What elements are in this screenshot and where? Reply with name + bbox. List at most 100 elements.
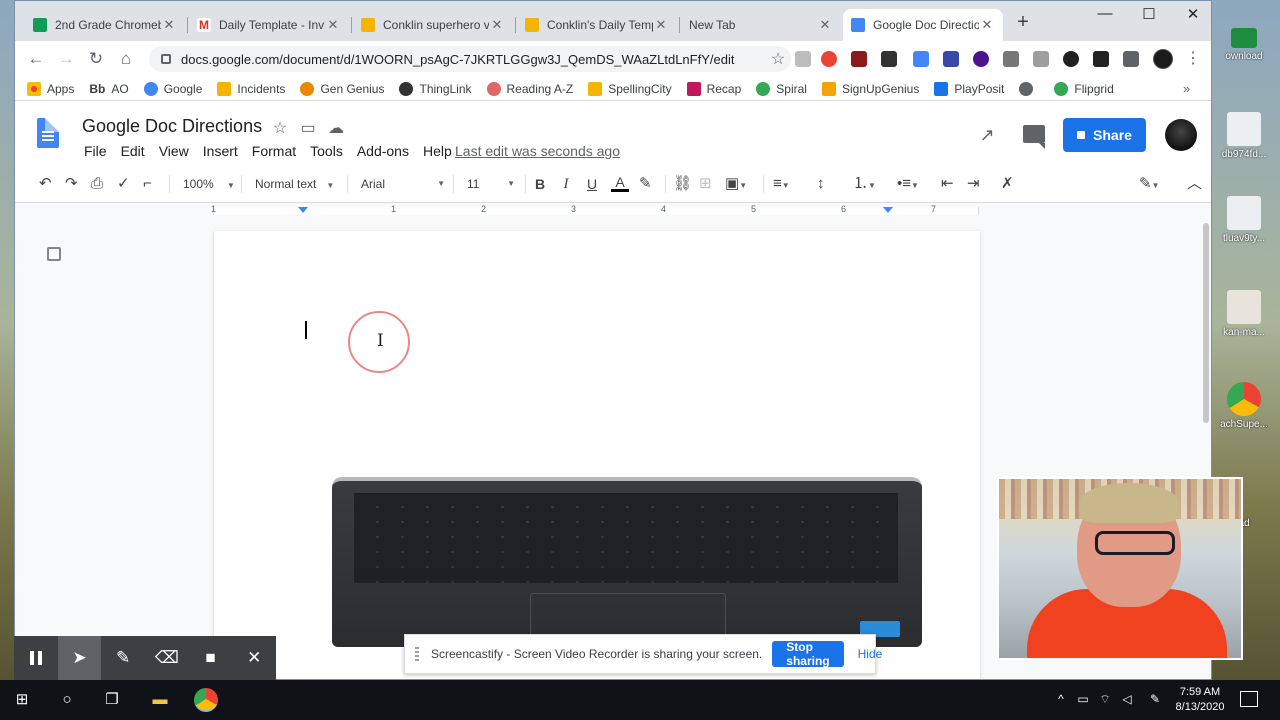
docs-logo-icon[interactable]	[37, 118, 59, 148]
extension-icon[interactable]	[943, 51, 959, 67]
paint-format-icon[interactable]: ⌐	[143, 174, 152, 194]
star-icon[interactable]: ☆	[271, 118, 289, 137]
search-icon[interactable]: ○	[55, 688, 79, 712]
tray-overflow-icon[interactable]: ^	[1054, 692, 1068, 706]
increase-indent-icon[interactable]: ⇥	[967, 174, 980, 194]
more-menu-icon[interactable]: ⋮	[1185, 49, 1201, 69]
puzzle-icon[interactable]	[1123, 51, 1139, 67]
menu-edit[interactable]: Edit	[114, 143, 152, 159]
link-icon[interactable]: ⛓	[673, 174, 692, 194]
desktop-icon[interactable]: kan-ma...	[1216, 290, 1272, 338]
minimize-button[interactable]: —	[1085, 5, 1125, 27]
bookmark-thinglink[interactable]: ThingLink	[399, 81, 472, 96]
bulleted-list-icon[interactable]: •≡▼	[897, 174, 919, 194]
account-avatar[interactable]	[1165, 119, 1197, 151]
battery-icon[interactable]: ▭	[1076, 692, 1090, 706]
reload-icon[interactable]: ↻	[85, 48, 107, 70]
extension-icon[interactable]	[1003, 51, 1019, 67]
extension-icon[interactable]	[795, 51, 811, 67]
document-title[interactable]: Google Doc Directions	[82, 116, 262, 137]
extension-icon[interactable]	[1063, 51, 1079, 67]
bookmark-google[interactable]: Google	[143, 81, 202, 96]
pen-workspace-icon[interactable]: ✎	[1148, 692, 1162, 706]
bookmark-incidents[interactable]: Incidents	[217, 81, 285, 96]
share-button[interactable]: Share	[1063, 118, 1146, 152]
comment-add-icon[interactable]: ⊞	[699, 174, 712, 194]
extension-icon[interactable]	[851, 51, 867, 67]
bookmark-signupgenius[interactable]: SignUpGenius	[821, 81, 919, 96]
bookmark-apps[interactable]: Apps	[27, 81, 74, 96]
close-window-button[interactable]: ✕	[1173, 5, 1211, 27]
camera-icon[interactable]: ■	[189, 636, 233, 680]
font-size-select[interactable]: 11 ▼	[467, 174, 515, 194]
zoom-select[interactable]: 100% ▼	[183, 174, 235, 194]
pen-icon[interactable]: ✎	[101, 636, 145, 680]
profile-avatar[interactable]	[1153, 49, 1173, 69]
tab[interactable]: Conklin's Daily Temp ✕	[517, 9, 677, 41]
bookmark-spellingcity[interactable]: SpellingCity	[588, 81, 672, 96]
desktop-icon[interactable]: tluav9ty...	[1216, 196, 1272, 244]
menu-help[interactable]: Help	[416, 143, 459, 159]
tab-active[interactable]: Google Doc Directio ✕	[843, 9, 1003, 41]
move-folder-icon[interactable]: ▭	[299, 118, 317, 137]
close-icon[interactable]: ✕	[817, 17, 833, 33]
numbered-list-icon[interactable]: ⒈▼	[853, 174, 876, 194]
bookmark-flipgrid[interactable]: Flipgrid	[1054, 81, 1114, 96]
notifications-icon[interactable]	[1240, 691, 1258, 707]
extension-icon[interactable]	[821, 51, 837, 67]
close-icon[interactable]: ✕	[979, 17, 995, 33]
print-icon[interactable]: ⎙	[91, 174, 103, 194]
close-icon[interactable]: ✕	[232, 636, 276, 680]
volume-icon[interactable]: ◁	[1120, 692, 1134, 706]
tab[interactable]: 2nd Grade Chromeb ✕	[25, 9, 185, 41]
qr-extension-icon[interactable]	[881, 51, 897, 67]
decrease-indent-icon[interactable]: ⇤	[941, 174, 954, 194]
bookmark-reading-az[interactable]: Reading A-Z	[486, 81, 573, 96]
highlight-icon[interactable]: ✎	[639, 174, 652, 194]
extension-icon[interactable]	[1033, 51, 1049, 67]
align-left-icon[interactable]: ≡▼	[773, 174, 790, 194]
menu-addons[interactable]: Add-ons	[350, 143, 416, 159]
extension-icon[interactable]	[1093, 51, 1109, 67]
chrome-taskbar-icon[interactable]	[194, 688, 218, 712]
spellcheck-icon[interactable]: ✓	[117, 174, 130, 194]
system-clock[interactable]: 7:59 AM 8/13/2020	[1170, 685, 1230, 715]
bookmark-playposit[interactable]: PlayPosit	[934, 81, 1004, 96]
maximize-button[interactable]: ☐	[1129, 5, 1169, 27]
document-outline-icon[interactable]	[47, 247, 61, 261]
hide-button[interactable]: Hide	[858, 647, 883, 661]
task-view-icon[interactable]: ❐	[100, 688, 124, 712]
bookmark-spiral[interactable]: Spiral	[756, 81, 807, 96]
close-icon[interactable]: ✕	[161, 17, 177, 33]
bookmark-recap[interactable]: Recap	[686, 81, 741, 96]
new-tab-button[interactable]: +	[1013, 12, 1033, 33]
collapse-menus-icon[interactable]: ︿	[1187, 174, 1202, 194]
menu-file[interactable]: File	[77, 143, 114, 159]
activity-trend-icon[interactable]: ↗	[977, 125, 997, 145]
windows-start-icon[interactable]: ⊞	[10, 688, 34, 712]
close-icon[interactable]: ✕	[653, 17, 669, 33]
desktop-icon[interactable]: db974fd...	[1216, 112, 1272, 160]
undo-icon[interactable]: ↶	[39, 174, 52, 194]
bookmark-gen-genius[interactable]: Gen Genius	[300, 81, 384, 96]
address-bar[interactable]: docs.google.com/document/d/1WOORN_psAgC-…	[149, 46, 791, 72]
forward-icon[interactable]: →	[55, 48, 77, 70]
close-icon[interactable]: ✕	[325, 17, 341, 33]
style-select[interactable]: Normal text ▼	[255, 174, 334, 194]
menu-format[interactable]: Format	[245, 143, 303, 159]
menu-tools[interactable]: Tools	[303, 143, 350, 159]
tab[interactable]: M Daily Template - Invi ✕	[189, 9, 349, 41]
scrollbar-thumb[interactable]	[1203, 223, 1209, 423]
comment-icon[interactable]	[1023, 125, 1045, 149]
menu-view[interactable]: View	[152, 143, 196, 159]
network-icon[interactable]: ⌔	[1098, 692, 1112, 706]
clear-formatting-icon[interactable]: ✗	[1001, 174, 1014, 194]
right-indent-marker[interactable]	[883, 207, 893, 213]
bookmark-ao[interactable]: Bb AO	[89, 82, 128, 96]
tab[interactable]: New Tab ✕	[681, 9, 841, 41]
document-page[interactable]: I	[214, 231, 980, 679]
tab[interactable]: Conklin superhero vi ✕	[353, 9, 513, 41]
pause-icon[interactable]	[14, 636, 58, 680]
bookmarks-overflow-icon[interactable]: »	[1183, 81, 1190, 96]
underline-button[interactable]: U	[585, 174, 599, 194]
